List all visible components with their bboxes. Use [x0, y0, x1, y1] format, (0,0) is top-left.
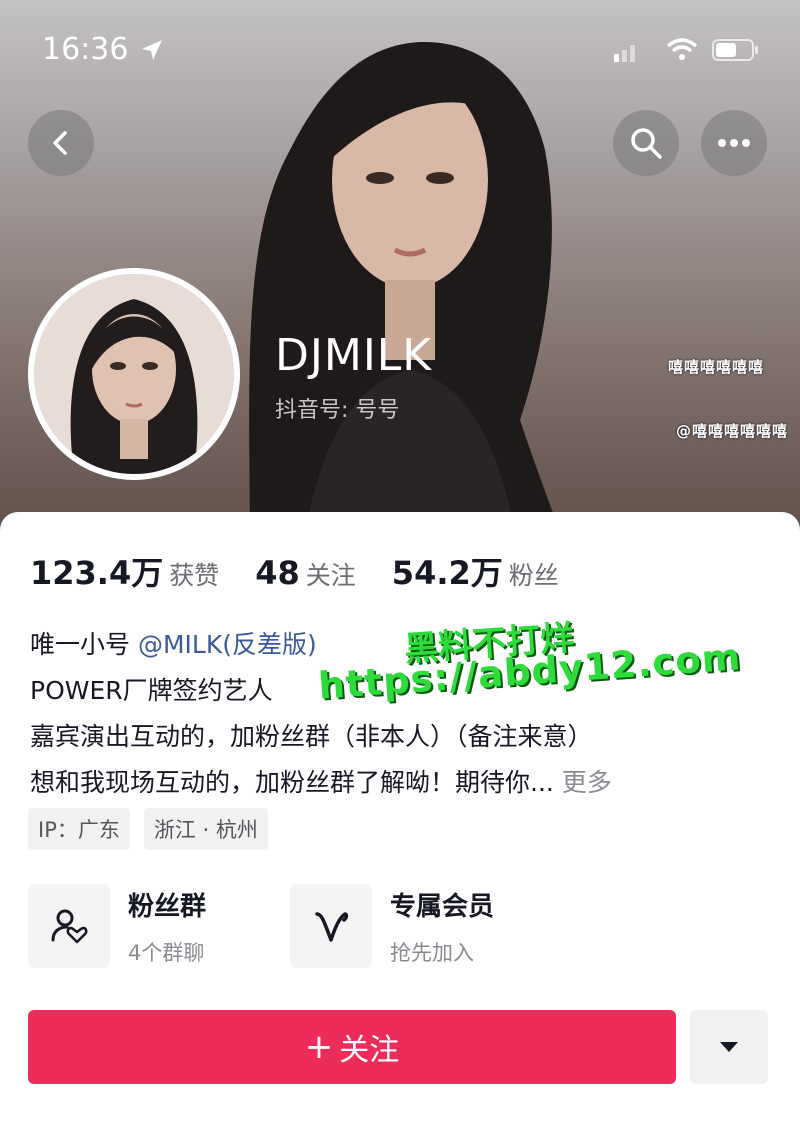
profile-stats: 123.4万 获赞 48 关注 54.2万 粉丝	[30, 548, 595, 594]
following-stat[interactable]: 48 关注	[255, 554, 356, 592]
douyin-id[interactable]: 抖音号: 号号	[275, 392, 399, 424]
profile-username: DJMILK	[275, 330, 433, 381]
fans-group-title: 粉丝群	[128, 891, 207, 922]
more-dots-icon	[718, 139, 750, 147]
stat-value: 48	[255, 554, 300, 592]
avatar[interactable]	[28, 268, 240, 480]
bio-more-link[interactable]: 更多	[562, 768, 612, 797]
battery-icon	[712, 39, 758, 61]
fans-group-icon	[51, 909, 88, 944]
follow-label: 关注	[339, 1033, 400, 1068]
side-sticker: 嘻嘻嘻嘻嘻嘻	[668, 358, 765, 376]
bio-line: 想和我现场互动的，加粉丝群了解呦！期待你... 更多	[30, 760, 770, 806]
back-button[interactable]	[28, 110, 94, 176]
wifi-icon	[666, 38, 698, 60]
status-bar: 16:36	[0, 0, 800, 100]
cellular-signal-icon	[614, 45, 635, 62]
membership-entry[interactable]: 专属会员 抢先加入	[290, 884, 494, 968]
city-tag[interactable]: 浙江 · 杭州	[143, 808, 268, 850]
membership-icon-box	[290, 884, 372, 968]
status-time: 16:36	[42, 32, 129, 67]
stat-value: 123.4万	[30, 554, 164, 592]
chevron-left-icon	[53, 131, 67, 155]
bio-text: 想和我现场互动的，加粉丝群了解呦！期待你...	[30, 768, 554, 797]
followers-stat[interactable]: 54.2万 粉丝	[392, 548, 559, 594]
more-options-button[interactable]	[701, 110, 767, 176]
follow-button[interactable]: + 关注	[28, 1010, 676, 1084]
fans-group-entry[interactable]: 粉丝群 4个群聊	[28, 884, 206, 968]
bio-mention-link[interactable]: @MILK(反差版)	[138, 630, 317, 659]
stat-value: 54.2万	[391, 554, 503, 592]
stat-label: 粉丝	[508, 561, 559, 590]
fans-group-icon-box	[28, 884, 110, 968]
location-arrow-icon	[142, 40, 162, 60]
side-sticker: @嘻嘻嘻嘻嘻嘻	[676, 422, 789, 440]
avatar-portrait-image	[34, 274, 234, 474]
membership-v-icon	[315, 912, 349, 942]
bio-text: 唯一小号	[30, 630, 131, 659]
recommend-dropdown-button[interactable]	[690, 1010, 768, 1084]
plus-icon: +	[304, 1027, 334, 1067]
bio-line: 嘉宾演出互动的，加粉丝群（非本人）（备注来意）	[30, 722, 593, 751]
search-button[interactable]	[613, 110, 679, 176]
membership-subtitle: 抢先加入	[390, 940, 474, 965]
profile-header: 16:36 DJMILK 抖音号: 号号 嘻嘻嘻嘻嘻嘻 @嘻嘻嘻嘻嘻嘻	[0, 0, 800, 560]
likes-stat[interactable]: 123.4万 获赞	[30, 548, 219, 594]
caret-down-icon	[720, 1042, 738, 1052]
stat-label: 获赞	[169, 561, 220, 590]
membership-title: 专属会员	[390, 891, 495, 922]
search-icon	[631, 128, 662, 159]
profile-tags: IP：广东 浙江 · 杭州	[28, 808, 282, 850]
fans-group-subtitle: 4个群聊	[128, 940, 205, 965]
stat-label: 关注	[305, 561, 356, 590]
ip-location-tag: IP：广东	[28, 808, 130, 850]
